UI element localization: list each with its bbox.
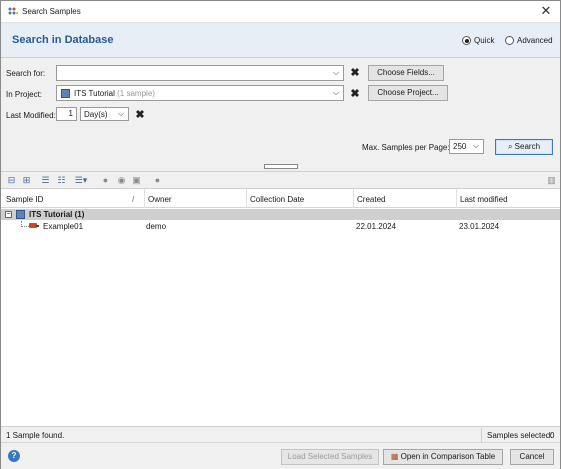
- search-for-combo[interactable]: ⌵: [56, 65, 344, 81]
- sample-icon: [29, 223, 39, 228]
- last-modified-label: Last Modified:: [6, 111, 56, 120]
- max-samples-select[interactable]: 250 ⌵: [449, 139, 484, 154]
- column-divider[interactable]: [456, 189, 457, 208]
- col-sample-id[interactable]: Sample ID: [6, 195, 43, 204]
- search-icon: ⌕: [507, 142, 513, 151]
- mode-advanced-radio[interactable]: Advanced: [505, 36, 553, 45]
- open-comparison-button[interactable]: ▦ Open in Comparison Table: [383, 449, 503, 465]
- mode-quick-label: Quick: [474, 36, 495, 45]
- collapse-group-icon[interactable]: −: [5, 211, 12, 218]
- window-title: Search Samples: [22, 7, 81, 16]
- sort-indicator-icon: /: [132, 195, 135, 204]
- table-header: Sample ID / Owner Collection Date Create…: [1, 189, 560, 208]
- clear-project-icon[interactable]: ✖: [349, 88, 361, 100]
- clear-last-modified-icon[interactable]: ✖: [134, 109, 146, 121]
- globe-icon[interactable]: ●: [152, 175, 163, 186]
- project-name: ITS Tutorial: [74, 89, 115, 98]
- search-samples-dialog: Search Samples ✕ Search in Database Quic…: [0, 0, 561, 469]
- col-owner[interactable]: Owner: [148, 195, 172, 204]
- group-label: ITS Tutorial (1): [29, 210, 85, 219]
- project-icon: [16, 210, 25, 219]
- choose-project-button[interactable]: Choose Project...: [368, 85, 448, 101]
- col-last-modified[interactable]: Last modified: [460, 195, 508, 204]
- cell-created: 22.01.2024: [356, 222, 397, 231]
- list-options-icon[interactable]: ☰▾: [72, 175, 90, 186]
- dialog-footer: ? Load Selected Samples ▦ Open in Compar…: [1, 442, 560, 469]
- chevron-down-icon[interactable]: ⌵: [471, 141, 481, 151]
- dialog-header: Search in Database Quick Advanced: [1, 23, 560, 58]
- results-table: Sample ID / Owner Collection Date Create…: [1, 188, 560, 426]
- max-samples-label: Max. Samples per Page:: [362, 143, 450, 152]
- close-icon[interactable]: ✕: [539, 4, 553, 18]
- sample-action-icon[interactable]: ●: [100, 175, 111, 186]
- search-form: Search for: ⌵ ✖ Choose Fields... In Proj…: [1, 59, 560, 164]
- project-icon: [61, 89, 70, 98]
- expand-all-icon[interactable]: ⊞: [21, 175, 32, 186]
- help-icon[interactable]: ?: [8, 450, 20, 462]
- open-comparison-label: Open in Comparison Table: [400, 452, 496, 461]
- chevron-down-icon[interactable]: ⌵: [331, 68, 341, 78]
- column-divider[interactable]: [353, 189, 354, 208]
- radio-selected-icon: [462, 36, 471, 45]
- search-button[interactable]: ⌕ Search: [495, 139, 553, 155]
- choose-fields-button[interactable]: Choose Fields...: [368, 65, 444, 81]
- app-icon: [8, 7, 18, 15]
- cell-sample-id: Example01: [43, 222, 84, 231]
- splitter-handle[interactable]: [264, 164, 298, 169]
- samples-selected-label: Samples selected:: [487, 431, 553, 440]
- mode-advanced-label: Advanced: [517, 36, 553, 45]
- status-divider: [481, 428, 482, 442]
- last-modified-unit-select[interactable]: Day(s) ⌵: [80, 107, 129, 121]
- cell-last-modified: 23.01.2024: [459, 222, 500, 231]
- project-combo[interactable]: ITS Tutorial (1 sample) ⌵: [56, 85, 344, 101]
- results-toolbar: ⊟ ⊞ ☰ ☷ ☰▾ ● ◉ ▣ ● ▥: [1, 171, 560, 188]
- search-button-label: Search: [514, 142, 541, 151]
- col-created[interactable]: Created: [357, 195, 385, 204]
- group-row[interactable]: − ITS Tutorial (1): [1, 209, 560, 220]
- in-project-label: In Project:: [6, 90, 43, 99]
- tree-connector: [21, 221, 29, 227]
- column-divider[interactable]: [246, 189, 247, 208]
- title-bar: Search Samples ✕: [1, 1, 560, 23]
- column-divider[interactable]: [144, 189, 145, 208]
- project-value: ITS Tutorial (1 sample): [74, 89, 155, 98]
- radio-unselected-icon: [505, 36, 514, 45]
- project-count: (1 sample): [117, 89, 155, 98]
- mode-quick-radio[interactable]: Quick: [462, 36, 494, 45]
- last-modified-input[interactable]: 1: [56, 107, 77, 121]
- page-title: Search in Database: [12, 34, 114, 46]
- load-selected-button[interactable]: Load Selected Samples: [281, 449, 379, 465]
- table-row[interactable]: Example01 demo 22.01.2024 23.01.2024: [1, 221, 560, 232]
- clear-search-icon[interactable]: ✖: [349, 67, 361, 79]
- max-samples-value: 250: [453, 142, 467, 151]
- export-icon[interactable]: ▣: [131, 175, 142, 186]
- collapse-all-icon[interactable]: ⊟: [6, 175, 17, 186]
- select-all-icon[interactable]: ☰: [40, 175, 51, 186]
- inspect-icon[interactable]: ◉: [116, 175, 127, 186]
- chevron-down-icon[interactable]: ⌵: [116, 109, 126, 119]
- table-icon: ▦: [390, 452, 399, 461]
- chevron-down-icon[interactable]: ⌵: [331, 88, 341, 98]
- search-for-label: Search for:: [6, 69, 46, 78]
- column-chooser-icon[interactable]: ▥: [546, 175, 557, 186]
- deselect-icon[interactable]: ☷: [56, 175, 67, 186]
- status-bar: 1 Sample found. Samples selected: 0: [1, 426, 560, 442]
- col-collection-date[interactable]: Collection Date: [250, 195, 304, 204]
- cancel-button[interactable]: Cancel: [510, 449, 554, 465]
- samples-found-text: 1 Sample found.: [6, 431, 65, 440]
- cell-owner: demo: [146, 222, 167, 231]
- samples-selected-count: 0: [550, 431, 555, 440]
- last-modified-unit: Day(s): [84, 110, 108, 119]
